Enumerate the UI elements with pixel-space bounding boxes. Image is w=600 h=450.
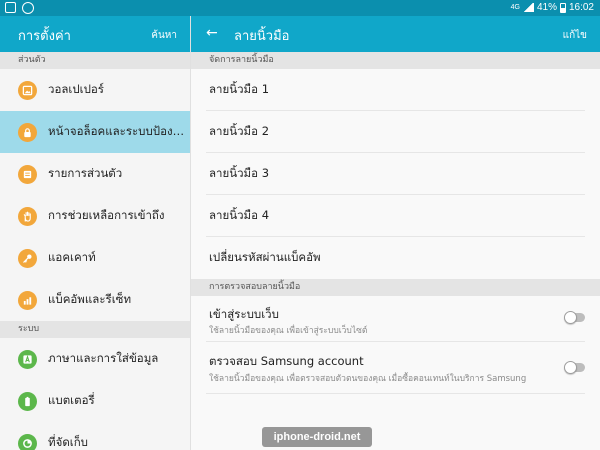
samsung-account-description: ใช้ลายนิ้วมือของคุณ เพื่อตรวจสอบตัวตนของ… xyxy=(209,374,527,384)
sidebar-item-wallpaper[interactable]: วอลเปเปอร์ xyxy=(0,69,190,111)
change-backup-password-item[interactable]: เปลี่ยนรหัสผ่านแบ็คอัพ xyxy=(206,237,585,279)
fingerprint-header: ← ลายนิ้วมือ แก้ไข xyxy=(191,16,600,52)
app-notification-icon xyxy=(22,2,34,14)
sidebar-item-backup-reset[interactable]: แบ็คอัพและรีเซ็ท xyxy=(0,279,190,321)
section-system-label: ระบบ xyxy=(0,321,190,338)
sidebar-item-label: รายการส่วนตัว xyxy=(48,166,123,180)
fingerprint-3-item[interactable]: ลายนิ้วมือ 3 xyxy=(206,153,585,195)
fingerprint-4-item[interactable]: ลายนิ้วมือ 4 xyxy=(206,195,585,237)
samsung-account-title: ตรวจสอบ Samsung account xyxy=(209,354,364,368)
fingerprint-panel: ← ลายนิ้วมือ แก้ไข จัดการลายนิ้วมือ ลายน… xyxy=(191,16,600,450)
page-title: ลายนิ้วมือ xyxy=(234,29,290,44)
language-icon xyxy=(18,349,37,369)
key-icon xyxy=(18,248,37,268)
web-signin-toggle[interactable] xyxy=(564,311,585,324)
edit-button[interactable]: แก้ไข xyxy=(563,28,587,43)
image-notification-icon xyxy=(5,2,16,13)
sidebar-item-label: ที่จัดเก็บ xyxy=(48,435,88,449)
sidebar-item-battery[interactable]: แบตเตอรี่ xyxy=(0,380,190,422)
sidebar-item-label: แอคเคาท์ xyxy=(48,250,96,264)
fingerprint-verification-label: การตรวจสอบลายนิ้วมือ xyxy=(191,279,600,296)
toggle-knob xyxy=(564,361,577,374)
signal-icon xyxy=(522,3,534,12)
battery-icon xyxy=(18,391,37,411)
back-arrow-icon[interactable]: ← xyxy=(206,25,218,41)
battery-percent: 41% xyxy=(536,2,557,13)
manage-fingerprints-label: จัดการลายนิ้วมือ xyxy=(191,52,600,69)
section-personal-label: ส่วนตัว xyxy=(0,52,190,69)
lock-icon xyxy=(18,122,37,142)
accessibility-icon xyxy=(18,206,37,226)
web-signin-description: ใช้ลายนิ้วมือของคุณ เพื่อเข้าสู่ระบบเว็บ… xyxy=(209,326,368,336)
settings-title: การตั้งค่า xyxy=(18,29,71,44)
wallpaper-icon xyxy=(18,80,37,100)
sidebar-item-storage[interactable]: ที่จัดเก็บ xyxy=(0,422,190,450)
sidebar-item-accessibility[interactable]: การช่วยเหลือการเข้าถึง xyxy=(0,195,190,237)
samsung-account-row[interactable]: ตรวจสอบ Samsung account ใช้ลายนิ้วมือของ… xyxy=(206,342,585,394)
private-icon xyxy=(18,164,37,184)
settings-header: การตั้งค่า ค้นหา xyxy=(0,16,190,52)
sidebar-item-label: แบตเตอรี่ xyxy=(48,393,95,407)
battery-icon xyxy=(559,2,566,13)
storage-icon xyxy=(18,433,37,450)
backup-icon xyxy=(18,290,37,310)
settings-sidebar: การตั้งค่า ค้นหา ส่วนตัว วอลเปเปอร์ หน้า… xyxy=(0,16,191,450)
sidebar-item-lockscreen-security[interactable]: หน้าจอล็อคและระบบป้องกั... xyxy=(0,111,190,153)
clock: 16:02 xyxy=(568,2,594,13)
web-signin-title: เข้าสู่ระบบเว็บ xyxy=(209,307,279,321)
search-button[interactable]: ค้นหา xyxy=(151,28,177,43)
web-signin-row[interactable]: เข้าสู่ระบบเว็บ ใช้ลายนิ้วมือของคุณ เพื่… xyxy=(206,296,585,342)
sidebar-item-label: ภาษาและการใส่ข้อมูล xyxy=(48,351,159,365)
sidebar-item-language-input[interactable]: ภาษาและการใส่ข้อมูล xyxy=(0,338,190,380)
sidebar-item-label: วอลเปเปอร์ xyxy=(48,82,104,96)
sidebar-item-label: การช่วยเหลือการเข้าถึง xyxy=(48,208,165,222)
fingerprint-1-item[interactable]: ลายนิ้วมือ 1 xyxy=(206,69,585,111)
watermark: iphone-droid.net xyxy=(262,427,372,447)
sidebar-item-accounts[interactable]: แอคเคาท์ xyxy=(0,237,190,279)
sidebar-item-label: แบ็คอัพและรีเซ็ท xyxy=(48,292,132,306)
fingerprint-2-item[interactable]: ลายนิ้วมือ 2 xyxy=(206,111,585,153)
toggle-knob xyxy=(564,311,577,324)
sidebar-item-private[interactable]: รายการส่วนตัว xyxy=(0,153,190,195)
sidebar-item-label: หน้าจอล็อคและระบบป้องกั... xyxy=(48,124,190,138)
status-bar: 4G 41% 16:02 xyxy=(0,0,600,16)
samsung-account-toggle[interactable] xyxy=(564,361,585,374)
network-type: 4G xyxy=(510,4,520,11)
